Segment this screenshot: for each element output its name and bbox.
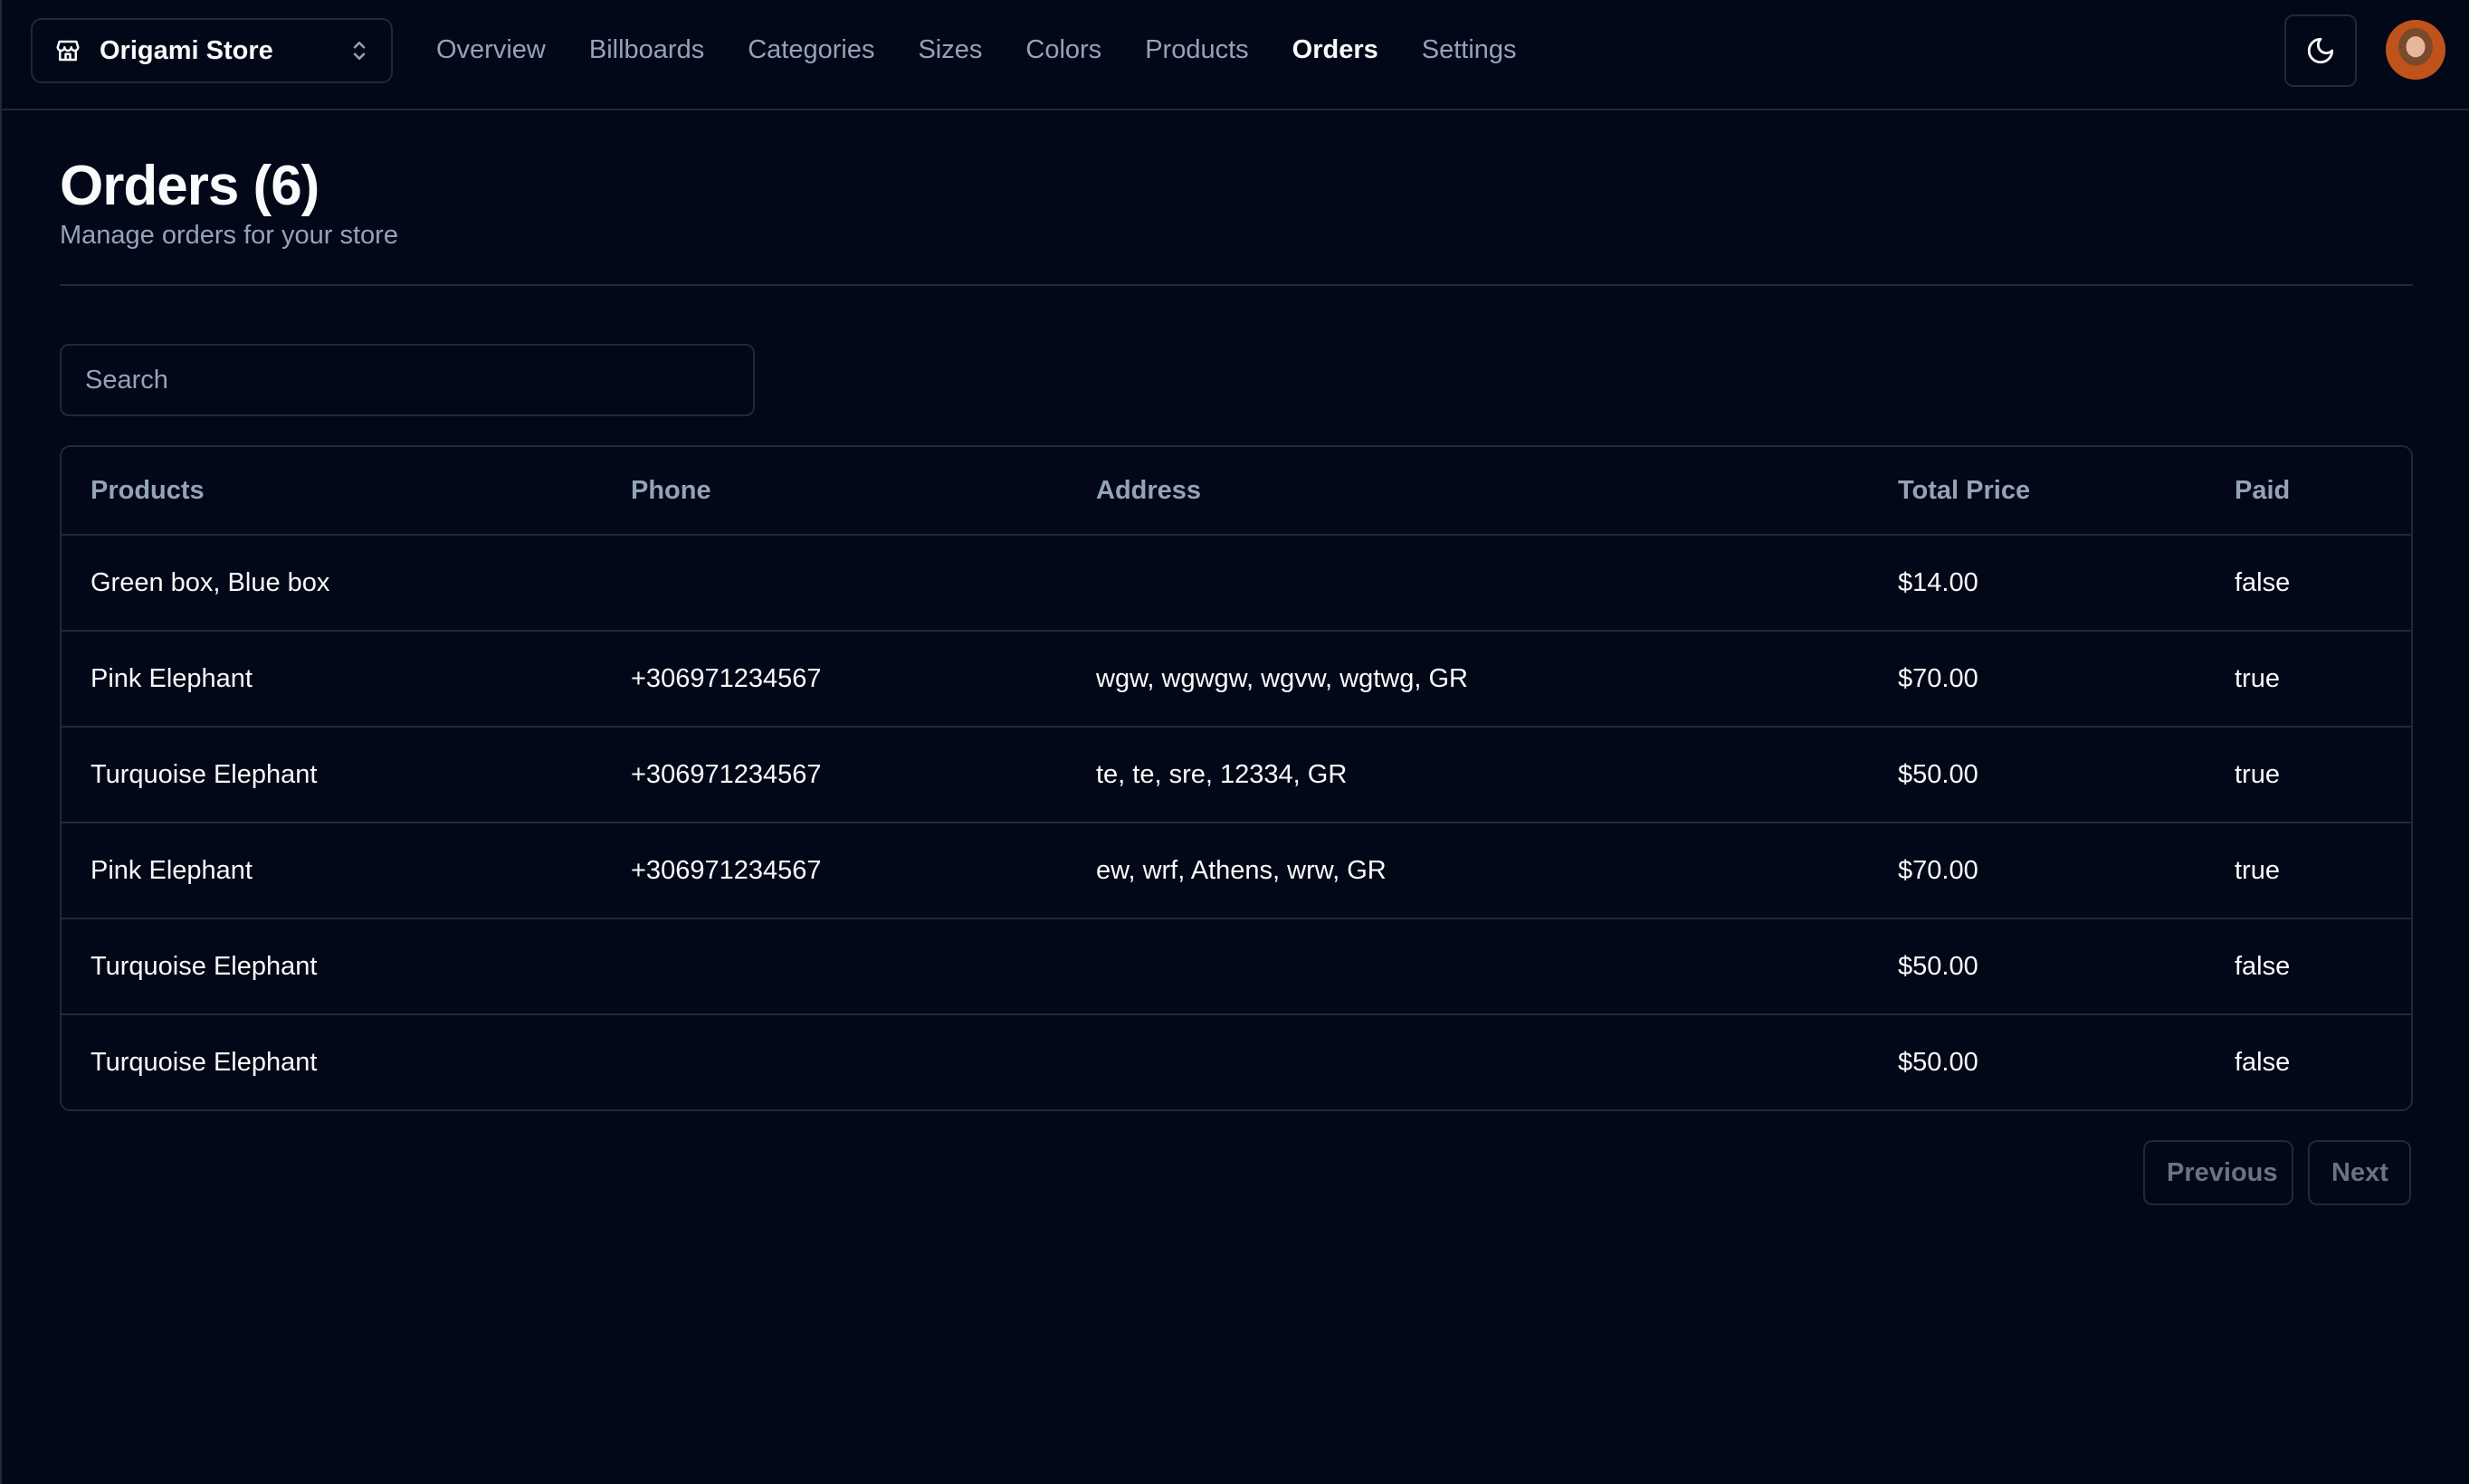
- cell-address: wgw, wgwgw, wgvw, wgtwg, GR: [1067, 631, 1869, 728]
- cell-products: Pink Elephant: [62, 823, 602, 919]
- table-row[interactable]: Green box, Blue box $14.00 false: [62, 535, 2411, 632]
- cell-total-price: $70.00: [1869, 823, 2206, 919]
- cell-address: [1067, 535, 1869, 632]
- cell-products: Turquoise Elephant: [91, 1048, 318, 1077]
- next-page-button[interactable]: Next: [2308, 1140, 2411, 1205]
- cell-phone: [602, 918, 1067, 1015]
- cell-paid: false: [2206, 535, 2411, 632]
- column-header-address: Address: [1067, 447, 1869, 536]
- column-header-phone: Phone: [602, 447, 1067, 536]
- column-header-products: Products: [62, 447, 602, 536]
- store-name: Origami Store: [100, 35, 273, 65]
- store-switcher[interactable]: Origami Store: [31, 18, 393, 83]
- cell-address: [1067, 918, 1869, 1015]
- cell-phone: [602, 535, 1067, 632]
- cell-paid: true: [2206, 631, 2411, 728]
- user-avatar[interactable]: [2386, 20, 2445, 80]
- cell-phone: +306971234567: [602, 823, 1067, 919]
- theme-toggle-button[interactable]: [2284, 14, 2357, 87]
- chevrons-up-down-icon: [353, 42, 366, 60]
- orders-table: Products Phone Address Total Price Paid …: [60, 445, 2413, 1111]
- store-icon: [56, 40, 80, 62]
- cell-address: te, te, sre, 12334, GR: [1067, 727, 1869, 823]
- table-row[interactable]: Pink Elephant +306971234567 wgw, wgwgw, …: [62, 631, 2411, 728]
- column-header-total-price: Total Price: [1869, 447, 2206, 536]
- cell-phone: +306971234567: [602, 727, 1067, 823]
- moon-icon: [2307, 37, 2334, 64]
- column-header-paid: Paid: [2206, 447, 2411, 536]
- cell-phone: [602, 1014, 1067, 1109]
- cell-phone: +306971234567: [602, 631, 1067, 728]
- cell-products: Green box, Blue box: [62, 535, 602, 632]
- page-heading: Orders (6) Manage orders for your store: [60, 152, 398, 253]
- orders-page: Origami Store Overview Billboards Catego…: [0, 0, 2469, 1484]
- nav-link-settings[interactable]: Settings: [1422, 35, 1517, 65]
- cell-total-price: $14.00: [1869, 535, 2206, 632]
- cell-products: Turquoise Elephant: [62, 727, 602, 823]
- table-header-row: Products Phone Address Total Price Paid: [62, 447, 2411, 536]
- previous-page-button[interactable]: Previous: [2143, 1140, 2293, 1205]
- header-divider: [60, 284, 2413, 286]
- main-nav: Overview Billboards Categories Sizes Col…: [436, 0, 1517, 100]
- cell-paid: true: [2206, 727, 2411, 823]
- cell-products: Turquoise Elephant: [62, 918, 602, 1015]
- cell-total-price: $50.00: [1898, 1048, 1978, 1077]
- nav-link-colors[interactable]: Colors: [1025, 35, 1101, 65]
- cell-total-price: $50.00: [1869, 727, 2206, 823]
- cell-paid: false: [2235, 1048, 2291, 1077]
- page-title: Orders (6): [60, 155, 319, 217]
- table-row[interactable]: Pink Elephant +306971234567 ew, wrf, Ath…: [62, 823, 2411, 919]
- table-row[interactable]: Turquoise Elephant +306971234567 te, te,…: [62, 727, 2411, 823]
- nav-link-billboards[interactable]: Billboards: [589, 35, 704, 65]
- cell-total-price: $70.00: [1869, 631, 2206, 728]
- cell-products: Pink Elephant: [62, 631, 602, 728]
- pagination: Previous Next: [2143, 1140, 2411, 1205]
- search-input[interactable]: [60, 344, 755, 416]
- top-navbar: Origami Store Overview Billboards Catego…: [2, 0, 2469, 110]
- table-row[interactable]: Turquoise Elephant $50.00 false: [62, 1014, 2411, 1109]
- cell-total-price: $50.00: [1869, 918, 2206, 1015]
- nav-link-sizes[interactable]: Sizes: [918, 35, 982, 65]
- nav-link-overview[interactable]: Overview: [436, 35, 546, 65]
- page-description: Manage orders for your store: [60, 221, 398, 250]
- cell-address: ew, wrf, Athens, wrw, GR: [1067, 823, 1869, 919]
- cell-paid: false: [2206, 918, 2411, 1015]
- table-row[interactable]: Turquoise Elephant $50.00 false: [62, 918, 2411, 1015]
- nav-link-categories[interactable]: Categories: [748, 35, 874, 65]
- cell-paid: true: [2206, 823, 2411, 919]
- nav-link-products[interactable]: Products: [1145, 35, 1248, 65]
- nav-link-orders[interactable]: Orders: [1292, 35, 1378, 65]
- cell-address: [1067, 1014, 1869, 1109]
